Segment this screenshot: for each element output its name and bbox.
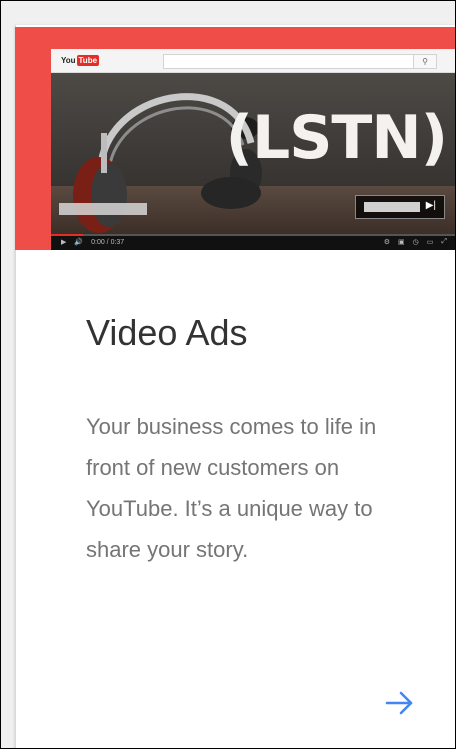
skip-ad-box: ▶| bbox=[355, 195, 445, 219]
lstn-brand-text: (LSTN) bbox=[225, 103, 448, 173]
skip-next-icon: ▶| bbox=[425, 200, 436, 211]
fullscreen-icon: ⤢ bbox=[441, 238, 447, 245]
watch-later-icon: ◷ bbox=[412, 239, 419, 246]
video-frame: (LSTN) ▶| bbox=[51, 73, 455, 234]
card-description: Your business comes to life in front of … bbox=[86, 414, 377, 562]
player-time: 0:00 / 0:37 bbox=[91, 238, 125, 246]
skip-ad-label bbox=[364, 202, 420, 212]
search-icon: ⚲ bbox=[413, 55, 436, 68]
player-controls: ▶ 🔊 0:00 / 0:37 ⚙ ▣ ◷ ▭ ⤢ bbox=[51, 234, 455, 250]
video-progress-fill bbox=[51, 234, 84, 236]
card-hero-image: You Tube ⚲ (LSTN) ▶| ▶ 🔊 0:00 / 0:37 ⚙ ▣… bbox=[15, 27, 455, 250]
youtube-logo-you: You bbox=[61, 56, 76, 65]
youtube-player-screenshot: You Tube ⚲ (LSTN) ▶| ▶ 🔊 0:00 / 0:37 ⚙ ▣… bbox=[51, 49, 455, 250]
page-frame: You Tube ⚲ (LSTN) ▶| ▶ 🔊 0:00 / 0:37 ⚙ ▣… bbox=[0, 0, 456, 749]
play-icon: ▶ bbox=[61, 239, 67, 246]
youtube-logo-tube: Tube bbox=[76, 55, 100, 66]
video-progress-bar bbox=[51, 234, 455, 236]
youtube-topbar: You Tube ⚲ bbox=[51, 49, 455, 73]
youtube-logo: You Tube bbox=[61, 55, 100, 66]
ad-info-overlay bbox=[59, 203, 147, 215]
youtube-search-bar: ⚲ bbox=[163, 54, 437, 69]
learn-more-link[interactable] bbox=[381, 685, 417, 721]
captions-icon: ▣ bbox=[398, 239, 405, 246]
volume-icon: 🔊 bbox=[74, 239, 84, 246]
arrow-right-icon bbox=[385, 691, 413, 715]
settings-icon: ⚙ bbox=[383, 239, 391, 246]
theater-icon: ▭ bbox=[426, 239, 434, 246]
card-title: Video Ads bbox=[86, 312, 248, 353]
